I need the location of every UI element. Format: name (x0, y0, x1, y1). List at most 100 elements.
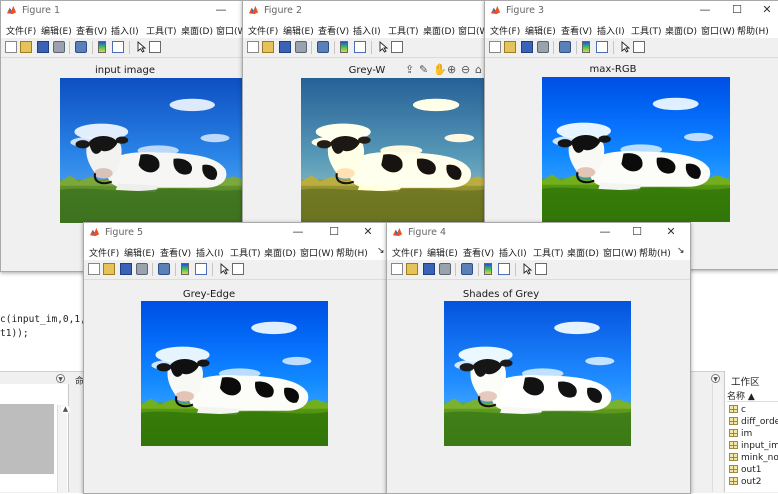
menu-item[interactable]: 编辑(E) (41, 24, 72, 37)
panel-menu-icon[interactable]: ▼ (56, 374, 65, 383)
home-icon[interactable]: ⌂ (475, 63, 482, 76)
image-axes[interactable] (141, 301, 328, 446)
edit-plot-pointer-icon[interactable] (521, 263, 533, 275)
insert-legend-icon[interactable] (195, 263, 207, 275)
save-icon[interactable] (279, 41, 291, 53)
image-axes[interactable] (444, 301, 631, 446)
workspace-variable[interactable]: c (729, 405, 746, 417)
menu-item[interactable]: 查看(V) (318, 24, 349, 37)
link-plot-icon[interactable] (75, 41, 87, 53)
menu-item[interactable]: 插入(I) (111, 24, 139, 37)
menu-overflow-icon[interactable]: ↘ (377, 246, 385, 256)
insert-colorbar-icon[interactable] (484, 263, 492, 275)
minimize-button[interactable]: — (597, 225, 613, 239)
workspace-variable[interactable]: input_im (729, 441, 778, 453)
brush-icon[interactable]: ✎ (419, 63, 428, 76)
menu-item[interactable]: 文件(F) (6, 24, 36, 37)
figure-window-5[interactable]: Figure 5 — ☐ ✕ 文件(F) 编辑(E) 查看(V) 插入(I) 工具(T) 桌面(D… (83, 222, 391, 494)
image-axes[interactable] (542, 77, 730, 222)
menu-item[interactable]: 帮助(H) (737, 24, 769, 37)
menu-item[interactable]: 文件(F) (490, 24, 520, 37)
print-icon[interactable] (295, 41, 307, 53)
figure-window-4[interactable]: Figure 4 — ☐ ✕ 文件(F) 编辑(E) 查看(V) 插入(I) 工具(T) 桌面(D… (386, 222, 691, 494)
workspace-name-header[interactable]: 名称 ▲ (727, 389, 778, 402)
menu-item[interactable]: 窗口(W) (603, 246, 637, 259)
minimize-button[interactable]: — (290, 225, 306, 239)
menu-item[interactable]: 插入(I) (499, 246, 527, 259)
open-file-icon[interactable] (20, 41, 32, 53)
open-file-icon[interactable] (504, 41, 516, 53)
pan-hand-icon[interactable]: ✋ (433, 63, 447, 76)
menu-item[interactable]: 查看(V) (463, 246, 494, 259)
new-figure-icon[interactable] (391, 263, 403, 275)
workspace-variable[interactable]: out2 (729, 477, 761, 489)
insert-legend-icon[interactable] (112, 41, 124, 53)
open-file-icon[interactable] (406, 263, 418, 275)
menu-item[interactable]: 桌面(D) (567, 246, 599, 259)
code-line-2[interactable]: t1)); (0, 328, 29, 339)
menu-item[interactable]: 编辑(E) (525, 24, 556, 37)
menu-item[interactable]: 工具(T) (631, 24, 662, 37)
close-button[interactable]: ✕ (360, 225, 376, 239)
code-line-1[interactable]: c(input_im,0,1,0 (0, 314, 92, 325)
edit-plot-pointer-icon[interactable] (619, 41, 631, 53)
property-inspector-icon[interactable] (149, 41, 161, 53)
new-figure-icon[interactable] (247, 41, 259, 53)
property-inspector-icon[interactable] (633, 41, 645, 53)
save-icon[interactable] (37, 41, 49, 53)
workspace-panel[interactable]: 工作区 名称 ▲ c diff_orde im input_im mink_no out1… (724, 371, 778, 492)
save-icon[interactable] (521, 41, 533, 53)
insert-colorbar-icon[interactable] (340, 41, 348, 53)
menu-overflow-icon[interactable]: ↘ (677, 246, 685, 256)
menu-item[interactable]: 帮助(H) (639, 246, 671, 259)
insert-legend-icon[interactable] (354, 41, 366, 53)
edit-plot-pointer-icon[interactable] (218, 263, 230, 275)
menu-item[interactable]: 文件(F) (248, 24, 278, 37)
link-plot-icon[interactable] (317, 41, 329, 53)
menu-item[interactable]: 插入(I) (196, 246, 224, 259)
minimize-button[interactable]: — (213, 3, 229, 17)
menu-item[interactable]: 工具(T) (388, 24, 419, 37)
print-icon[interactable] (537, 41, 549, 53)
menu-item[interactable]: 文件(F) (392, 246, 422, 259)
title-bar[interactable]: Figure 5 — ☐ ✕ (84, 223, 390, 242)
menu-item[interactable]: 桌面(D) (423, 24, 455, 37)
zoom-in-icon[interactable]: ⊕ (447, 63, 456, 76)
title-bar[interactable]: Figure 2 (243, 1, 489, 20)
menu-item[interactable]: 编辑(E) (427, 246, 458, 259)
minimize-button[interactable]: — (697, 3, 713, 17)
close-button[interactable]: ✕ (759, 3, 775, 17)
menu-item[interactable]: 编辑(E) (124, 246, 155, 259)
workspace-variable[interactable]: im (729, 429, 752, 441)
menu-item[interactable]: 工具(T) (533, 246, 564, 259)
maximize-button[interactable]: ☐ (629, 225, 645, 239)
menu-item[interactable]: 帮助(H) (336, 246, 368, 259)
link-plot-icon[interactable] (559, 41, 571, 53)
link-plot-icon[interactable] (461, 263, 473, 275)
menu-item[interactable]: 查看(V) (561, 24, 592, 37)
menu-item[interactable]: 窗口(W) (300, 246, 334, 259)
menu-item[interactable]: 桌面(D) (665, 24, 697, 37)
menu-item[interactable]: 桌面(D) (264, 246, 296, 259)
new-figure-icon[interactable] (489, 41, 501, 53)
image-axes[interactable] (60, 78, 246, 223)
export-icon[interactable]: ⇪ (405, 63, 414, 76)
open-file-icon[interactable] (103, 263, 115, 275)
new-figure-icon[interactable] (88, 263, 100, 275)
save-icon[interactable] (423, 263, 435, 275)
edit-plot-pointer-icon[interactable] (135, 41, 147, 53)
menu-item[interactable]: 桌面(D) (181, 24, 213, 37)
insert-legend-icon[interactable] (596, 41, 608, 53)
print-icon[interactable] (53, 41, 65, 53)
title-bar[interactable]: Figure 1 — (1, 1, 251, 20)
link-plot-icon[interactable] (158, 263, 170, 275)
open-file-icon[interactable] (262, 41, 274, 53)
insert-colorbar-icon[interactable] (98, 41, 106, 53)
workspace-variable[interactable]: out1 (729, 465, 761, 477)
close-button[interactable]: ✕ (663, 225, 679, 239)
title-bar[interactable]: Figure 3 — ☐ ✕ (485, 1, 778, 20)
scroll-up-icon[interactable]: ▲ (61, 405, 70, 414)
property-inspector-icon[interactable] (391, 41, 403, 53)
zoom-out-icon[interactable]: ⊖ (461, 63, 470, 76)
property-inspector-icon[interactable] (535, 263, 547, 275)
